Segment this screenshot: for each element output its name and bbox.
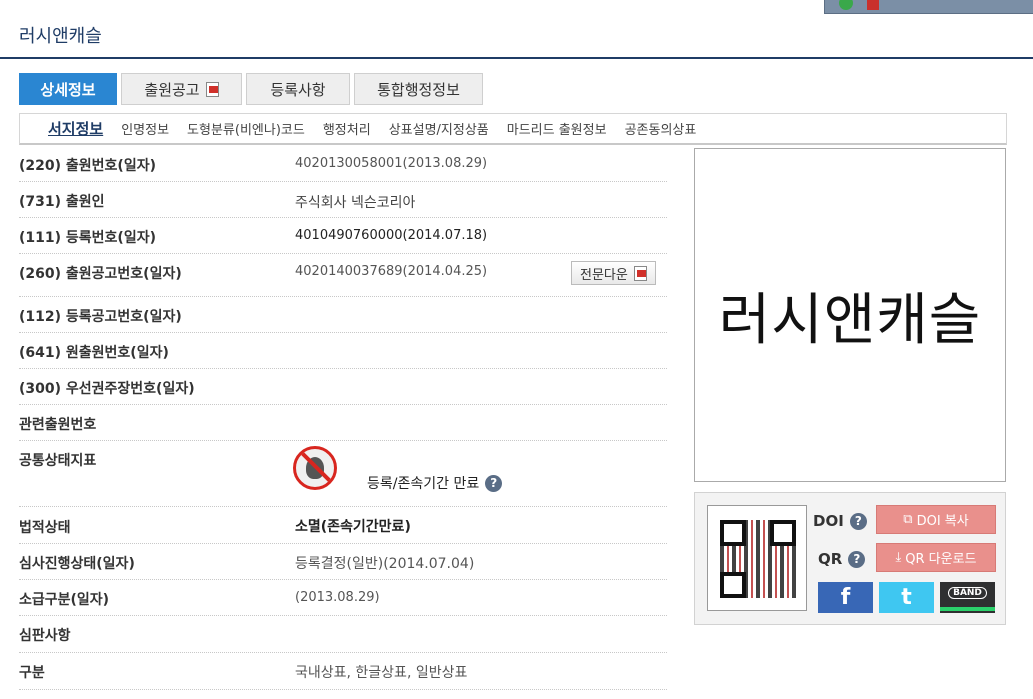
row-value: 주식회사 넥슨코리아 (295, 195, 416, 211)
tab-detail[interactable]: 상세정보 (19, 73, 117, 105)
trademark-image: 러시앤캐슬 (694, 148, 1006, 482)
row-label: (641) 원출원번호(일자) (19, 345, 169, 361)
row-value: 4010490760000(2014.07.18) (295, 228, 488, 243)
table-row: (641) 원출원번호(일자) (19, 333, 667, 369)
qr-download-button[interactable]: ⤓ QR 다운로드 (876, 543, 996, 572)
twitter-icon: t (901, 585, 912, 610)
subnav-admin-process[interactable]: 행정처리 (323, 119, 371, 138)
doi-label: DOI? (813, 512, 867, 530)
pdf-icon (205, 82, 219, 97)
table-row: (220) 출원번호(일자) 4020130058001(2013.08.29) (19, 146, 667, 182)
status-indicator: 등록/존속기간 만료? (367, 473, 503, 493)
table-row: 소급구분(일자) (2013.08.29) (19, 580, 667, 616)
table-row: 공통상태지표 등록/존속기간 만료? (19, 441, 667, 507)
download-full-button[interactable]: 전문다운 (571, 261, 656, 285)
subnav-coexistence[interactable]: 공존동의상표 (625, 119, 697, 138)
table-row: (260) 출원공고번호(일자) 4020140037689(2014.04.2… (19, 254, 667, 297)
pdf-icon (633, 266, 647, 281)
row-value: 등록결정(일반)(2014.07.04) (295, 556, 475, 572)
row-label: 구분 (19, 665, 45, 681)
subnav-bibliographic[interactable]: 서지정보 (48, 118, 103, 139)
row-label: (111) 등록번호(일자) (19, 230, 156, 246)
help-icon[interactable]: ? (485, 474, 503, 492)
sub-navigation: 서지정보 인명정보 도형분류(비엔나)코드 행정처리 상표설명/지정상품 마드리… (19, 113, 1007, 145)
twitter-button[interactable]: t (879, 582, 934, 613)
facebook-button[interactable]: f (818, 582, 873, 613)
table-row: 관련출원번호 (19, 405, 667, 441)
row-value: 국내상표, 한글상표, 일반상표 (295, 665, 468, 681)
table-row: 구분 국내상표, 한글상표, 일반상표 (19, 653, 667, 690)
expired-status-icon (293, 446, 337, 490)
share-panel: DOI? QR? ⧉ DOI 복사 ⤓ QR 다운로드 f t BAND (694, 492, 1006, 625)
row-label: (300) 우선권주장번호(일자) (19, 381, 195, 397)
row-label: 심판사항 (19, 628, 71, 644)
trademark-text: 러시앤캐슬 (718, 287, 982, 353)
doi-copy-button[interactable]: ⧉ DOI 복사 (876, 505, 996, 534)
row-value: 4020140037689(2014.04.25) (295, 264, 488, 279)
row-label: 심사진행상태(일자) (19, 556, 135, 572)
table-row: (731) 출원인 주식회사 넥슨코리아 (19, 182, 667, 218)
subnav-person[interactable]: 인명정보 (121, 119, 169, 138)
subnav-vienna-code[interactable]: 도형분류(비엔나)코드 (187, 119, 305, 138)
title-divider (0, 57, 1033, 59)
bibliographic-table: (220) 출원번호(일자) 4020130058001(2013.08.29)… (19, 146, 667, 690)
row-value: 소멸(존속기간만료) (295, 519, 411, 535)
subnav-goods[interactable]: 상표설명/지정상품 (389, 119, 489, 138)
download-icon: ⤓ (895, 550, 902, 565)
table-row: 심사진행상태(일자) 등록결정(일반)(2014.07.04) (19, 544, 667, 580)
row-label: (112) 등록공고번호(일자) (19, 309, 182, 325)
qr-label: QR? (818, 550, 866, 568)
row-label: 법적상태 (19, 520, 71, 536)
qr-code (707, 505, 807, 611)
subnav-madrid[interactable]: 마드리드 출원정보 (507, 119, 607, 138)
pdf-icon[interactable] (867, 0, 879, 10)
row-label: 관련출원번호 (19, 417, 97, 433)
band-button[interactable]: BAND (940, 582, 995, 613)
tab-admin-info[interactable]: 통합행정정보 (354, 73, 483, 105)
main-tabs: 상세정보 출원공고 등록사항 통합행정정보 (19, 73, 483, 105)
tab-publication[interactable]: 출원공고 (121, 73, 242, 105)
row-value: 4020130058001(2013.08.29) (295, 156, 488, 171)
row-label: (220) 출원번호(일자) (19, 158, 156, 174)
table-row: 심판사항 (19, 616, 667, 653)
top-toolbar[interactable] (824, 0, 1033, 14)
row-label: 소급구분(일자) (19, 592, 110, 608)
table-row: (300) 우선권주장번호(일자) (19, 369, 667, 405)
table-row: (112) 등록공고번호(일자) (19, 297, 667, 333)
row-value: (2013.08.29) (295, 590, 380, 605)
facebook-icon: f (840, 585, 851, 610)
globe-icon (839, 0, 853, 10)
help-icon[interactable]: ? (849, 512, 867, 530)
table-row: 법적상태 소멸(존속기간만료) (19, 507, 667, 544)
band-icon: BAND (948, 587, 987, 599)
table-row: (111) 등록번호(일자) 4010490760000(2014.07.18) (19, 218, 667, 254)
tab-registration[interactable]: 등록사항 (246, 73, 350, 105)
external-link-icon: ⧉ (903, 512, 913, 527)
page-title: 러시앤캐슬 (19, 26, 102, 47)
help-icon[interactable]: ? (848, 550, 866, 568)
row-label: (260) 출원공고번호(일자) (19, 266, 182, 282)
row-label: 공통상태지표 (19, 453, 97, 469)
row-label: (731) 출원인 (19, 194, 105, 210)
